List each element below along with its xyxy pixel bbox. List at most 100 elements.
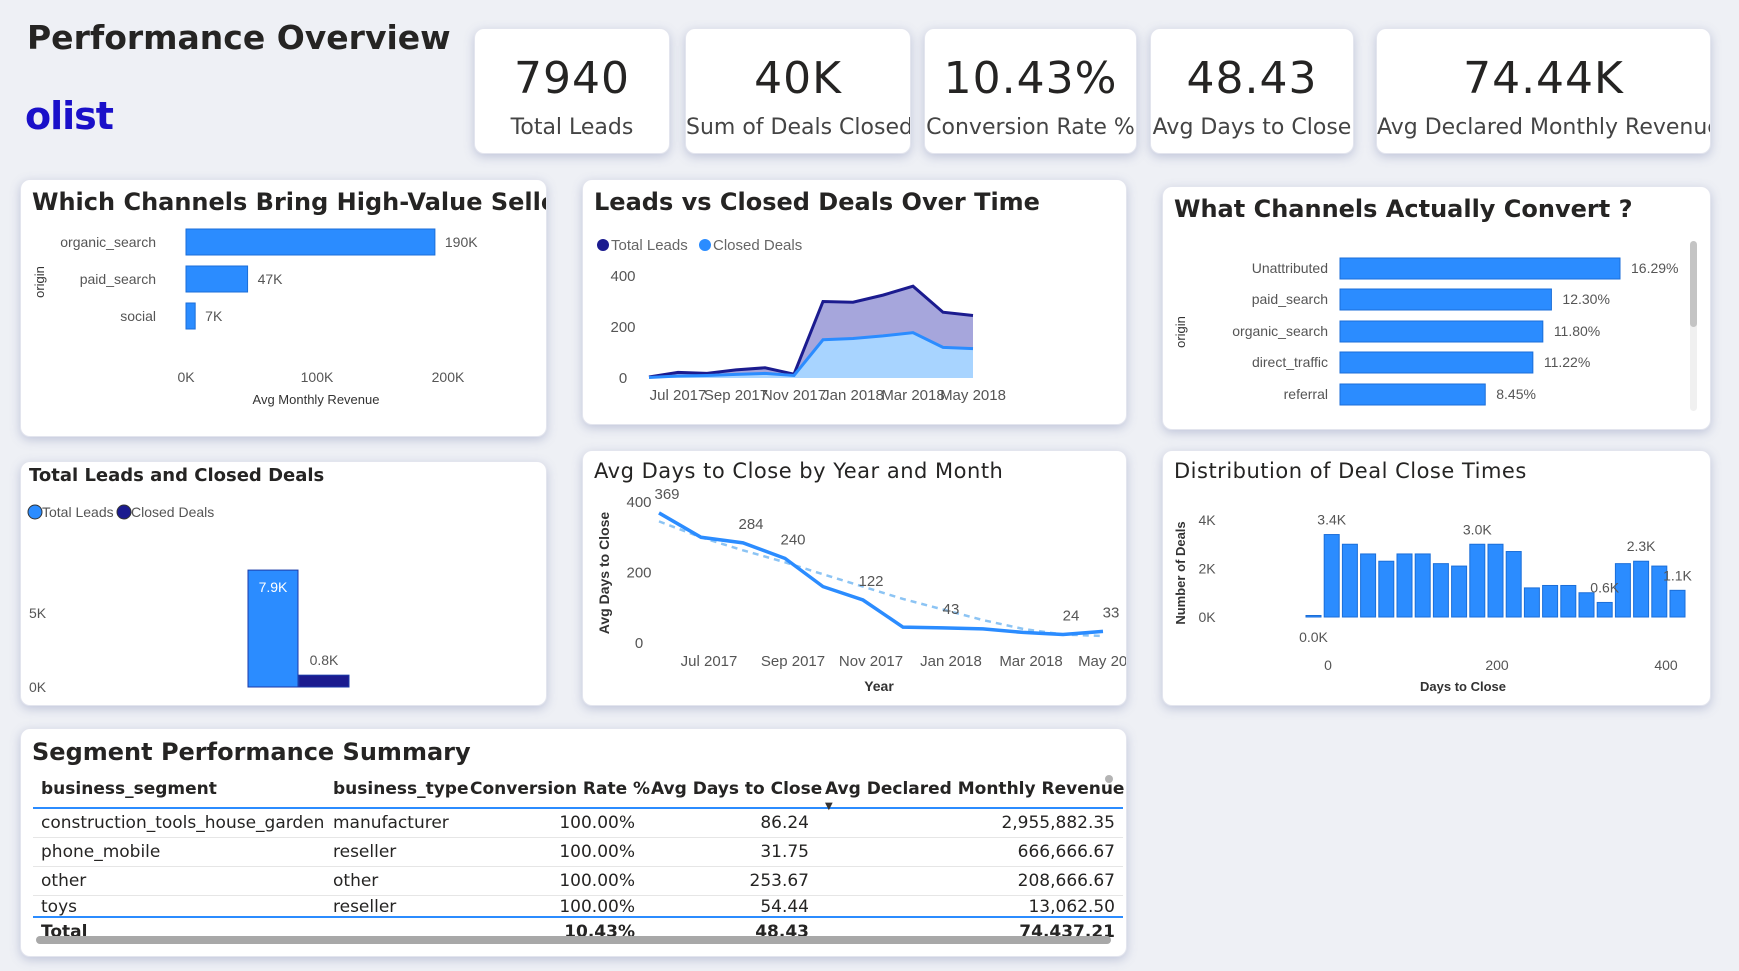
- data-label: 122: [858, 573, 883, 590]
- legend-label: Total Leads: [611, 237, 688, 254]
- kpi-conversion-rate: 10.43% Conversion Rate %: [924, 28, 1137, 154]
- data-label: 7.9K: [259, 579, 288, 595]
- y-axis-title: Number of Deals: [1173, 521, 1188, 624]
- x-axis-title: Avg Monthly Revenue: [253, 392, 380, 407]
- bar: [1339, 351, 1534, 374]
- bar: [1396, 553, 1413, 618]
- category-label: social: [120, 308, 156, 324]
- kpi-value: 40K: [754, 53, 842, 104]
- channels-convert-card[interactable]: What Channels Actually Convert ? Unattri…: [1162, 186, 1711, 430]
- legend-label: Total Leads: [42, 504, 114, 520]
- cell: other: [325, 866, 462, 896]
- x-tick-label: Jan 2018: [822, 387, 884, 404]
- data-label: 8.45%: [1496, 386, 1536, 402]
- legend-label: Closed Deals: [131, 504, 214, 520]
- cell: 54.44: [643, 895, 817, 918]
- bar: [185, 228, 436, 256]
- avg-days-chart: 0 200 400 369 284 240 122 43 24 33 Jul 2017 Sep 201…: [596, 486, 1126, 694]
- bar: [1360, 553, 1377, 618]
- kpi-label: Sum of Deals Closed: [686, 115, 911, 140]
- distribution-chart: 0K 2K 4K 0.0K 3.4K 3.0K 0.6K 2.3K 1.1K 0 200 400 Day…: [1173, 512, 1693, 694]
- y-tick-label: 400: [610, 268, 635, 285]
- kpi-value: 74.44K: [1463, 53, 1624, 104]
- kpi-label: Total Leads: [510, 115, 634, 140]
- bar: [1633, 560, 1650, 618]
- bar: [1669, 589, 1686, 618]
- sort-desc-icon[interactable]: ▼: [825, 801, 833, 812]
- category-label: Unattributed: [1252, 260, 1328, 276]
- leads-over-time-card[interactable]: Leads vs Closed Deals Over Time Total Le…: [582, 179, 1127, 425]
- bar: [1323, 534, 1340, 618]
- cell: 100.00%: [462, 895, 643, 918]
- bar: [1505, 551, 1522, 618]
- x-tick-label: 100K: [301, 369, 334, 385]
- kpi-label: Avg Days to Close: [1152, 115, 1352, 140]
- kpi-avg-days: 48.43 Avg Days to Close: [1150, 28, 1354, 154]
- x-tick-label: Mar 2018: [881, 387, 944, 404]
- data-label: 3.0K: [1463, 521, 1492, 537]
- distribution-card[interactable]: Distribution of Deal Close Times 0K 2K 4K 0…: [1162, 450, 1711, 706]
- vertical-scrollbar-thumb[interactable]: [1105, 775, 1113, 783]
- y-tick-label: 0: [619, 370, 627, 387]
- cell: phone_mobile: [33, 837, 325, 867]
- col-header-days[interactable]: Avg Days to Close: [643, 773, 822, 809]
- cell: 31.75: [643, 837, 817, 867]
- table-row[interactable]: phone_mobile reseller 100.00% 31.75 666,…: [33, 837, 1123, 867]
- x-tick-label: 200: [1485, 657, 1509, 673]
- scrollbar-thumb[interactable]: [1690, 241, 1697, 327]
- cell: 100.00%: [462, 808, 643, 838]
- segment-table: business_segment business_type Conversio…: [33, 773, 1125, 946]
- cell: 13,062.50: [817, 895, 1123, 918]
- bar: [1414, 553, 1431, 618]
- data-label: 16.29%: [1631, 260, 1678, 276]
- table-row[interactable]: toys reseller 100.00% 54.44 13,062.50: [33, 895, 1123, 918]
- leads-closed-chart: Total Leads Closed Deals 5K 0K 7.9K 0.8K: [27, 504, 350, 695]
- legend-marker: [27, 504, 43, 520]
- y-tick-label: 200: [610, 319, 635, 336]
- data-label: 12.30%: [1562, 291, 1609, 307]
- bar: [1378, 560, 1395, 618]
- channels-convert-chart: Unattributed 16.29% paid_search 12.30% organ…: [1173, 257, 1678, 406]
- cell: reseller: [325, 895, 462, 918]
- y-tick-label: 200: [626, 565, 651, 582]
- col-header-type[interactable]: business_type: [325, 773, 469, 809]
- col-header-conversion[interactable]: Conversion Rate %: [462, 773, 650, 809]
- data-label: 1.1K: [1663, 567, 1692, 583]
- cell: construction_tools_house_garden: [33, 808, 325, 838]
- table-container: business_segment business_type Conversio…: [33, 773, 1125, 946]
- data-label: 284: [738, 516, 763, 533]
- bar: [1578, 592, 1595, 618]
- table-title: Segment Performance Summary: [32, 738, 471, 766]
- bar: [1339, 320, 1544, 343]
- bar: [1596, 601, 1613, 618]
- kpi-total-leads: 7940 Total Leads: [474, 28, 670, 154]
- table-row[interactable]: construction_tools_house_garden manufact…: [33, 808, 1123, 838]
- segment-table-card[interactable]: Segment Performance Summary business_seg…: [20, 728, 1127, 957]
- kpi-label: Conversion Rate %: [926, 115, 1135, 140]
- horizontal-scrollbar[interactable]: [36, 936, 1111, 944]
- kpi-value: 10.43%: [943, 53, 1118, 104]
- kpi-avg-revenue: 74.44K Avg Declared Monthly Revenue: [1376, 28, 1711, 154]
- data-label: 0.8K: [310, 652, 339, 668]
- leads-closed-card[interactable]: Total Leads and Closed Deals Total Leads…: [20, 461, 547, 706]
- data-label: 190K: [445, 234, 478, 250]
- scrollbar[interactable]: [1690, 241, 1697, 411]
- avg-days-card[interactable]: Avg Days to Close by Year and Month 0 200…: [582, 450, 1127, 706]
- col-header-revenue[interactable]: Avg Declared Monthly Revenue ▼: [817, 773, 1125, 812]
- table-header-row: business_segment business_type Conversio…: [33, 773, 1125, 812]
- x-tick-label: 200K: [432, 369, 465, 385]
- channels-value-card[interactable]: Which Channels Bring High-Value Sellers?…: [20, 179, 547, 437]
- col-header-revenue-label: Avg Declared Monthly Revenue: [825, 779, 1125, 799]
- y-tick-label: 400: [626, 494, 651, 511]
- col-header-segment[interactable]: business_segment: [33, 773, 325, 809]
- bar: [1341, 543, 1358, 618]
- x-tick-label: Jul 2017: [681, 653, 738, 670]
- brand-logo: olist: [25, 94, 114, 138]
- bar: [298, 674, 350, 688]
- y-tick-label: 4K: [1198, 512, 1216, 528]
- x-tick-label: 0: [1324, 657, 1332, 673]
- data-label: 11.80%: [1554, 323, 1600, 339]
- table-row[interactable]: other other 100.00% 253.67 208,666.67: [33, 866, 1123, 896]
- kpi-value: 48.43: [1186, 53, 1318, 104]
- x-tick-label: Jul 2017: [650, 387, 707, 404]
